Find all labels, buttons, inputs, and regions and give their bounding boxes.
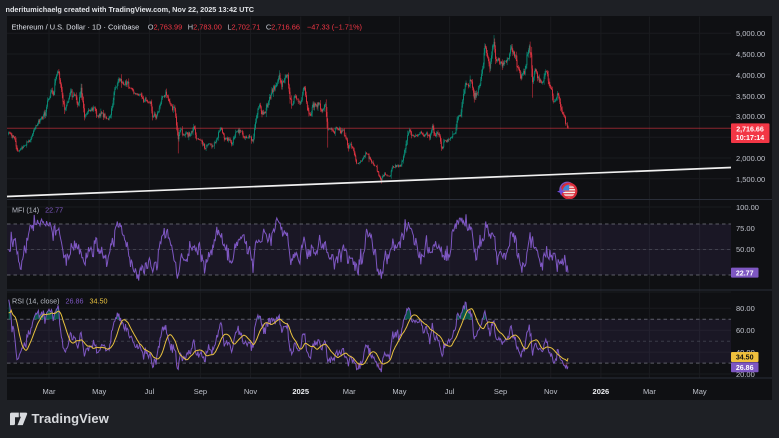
svg-text:10:17:14: 10:17:14 bbox=[736, 134, 764, 142]
svg-text:75.00: 75.00 bbox=[736, 224, 755, 233]
svg-text:Mar: Mar bbox=[43, 387, 56, 396]
svg-text:26.86: 26.86 bbox=[736, 364, 754, 372]
svg-text:Sep: Sep bbox=[494, 387, 507, 396]
svg-text:Sep: Sep bbox=[194, 387, 207, 396]
svg-text:3,500.00: 3,500.00 bbox=[736, 92, 765, 101]
svg-text:22.77: 22.77 bbox=[736, 269, 754, 277]
svg-text:4,500.00: 4,500.00 bbox=[736, 50, 765, 59]
svg-text:80.00: 80.00 bbox=[736, 304, 755, 313]
svg-text:100.00: 100.00 bbox=[736, 203, 759, 212]
svg-text:May: May bbox=[693, 387, 707, 396]
svg-text:1,500.00: 1,500.00 bbox=[736, 175, 765, 184]
svg-text:May: May bbox=[392, 387, 406, 396]
svg-text:nderitumichaelg created with T: nderitumichaelg created with TradingView… bbox=[6, 5, 255, 14]
svg-text:2,716.66: 2,716.66 bbox=[736, 126, 764, 134]
svg-text:50.00: 50.00 bbox=[736, 245, 755, 254]
svg-text:Mar: Mar bbox=[343, 387, 356, 396]
svg-text:Jul: Jul bbox=[145, 387, 155, 396]
svg-text:Nov: Nov bbox=[244, 387, 258, 396]
svg-text:Nov: Nov bbox=[544, 387, 558, 396]
svg-text:60.00: 60.00 bbox=[736, 326, 755, 335]
svg-text:5,000.00: 5,000.00 bbox=[736, 29, 765, 38]
svg-text:2026: 2026 bbox=[593, 387, 610, 396]
svg-text:4,000.00: 4,000.00 bbox=[736, 71, 765, 80]
svg-text:2025: 2025 bbox=[292, 387, 309, 396]
svg-text:34.50: 34.50 bbox=[736, 354, 754, 362]
svg-text:May: May bbox=[92, 387, 106, 396]
svg-text:MFI (14)22.77: MFI (14)22.77 bbox=[12, 206, 63, 215]
svg-text:Mar: Mar bbox=[643, 387, 656, 396]
svg-text:2,000.00: 2,000.00 bbox=[736, 154, 765, 163]
svg-text:TradingView: TradingView bbox=[32, 411, 110, 426]
svg-text:Jul: Jul bbox=[445, 387, 455, 396]
svg-text:3,000.00: 3,000.00 bbox=[736, 112, 765, 121]
